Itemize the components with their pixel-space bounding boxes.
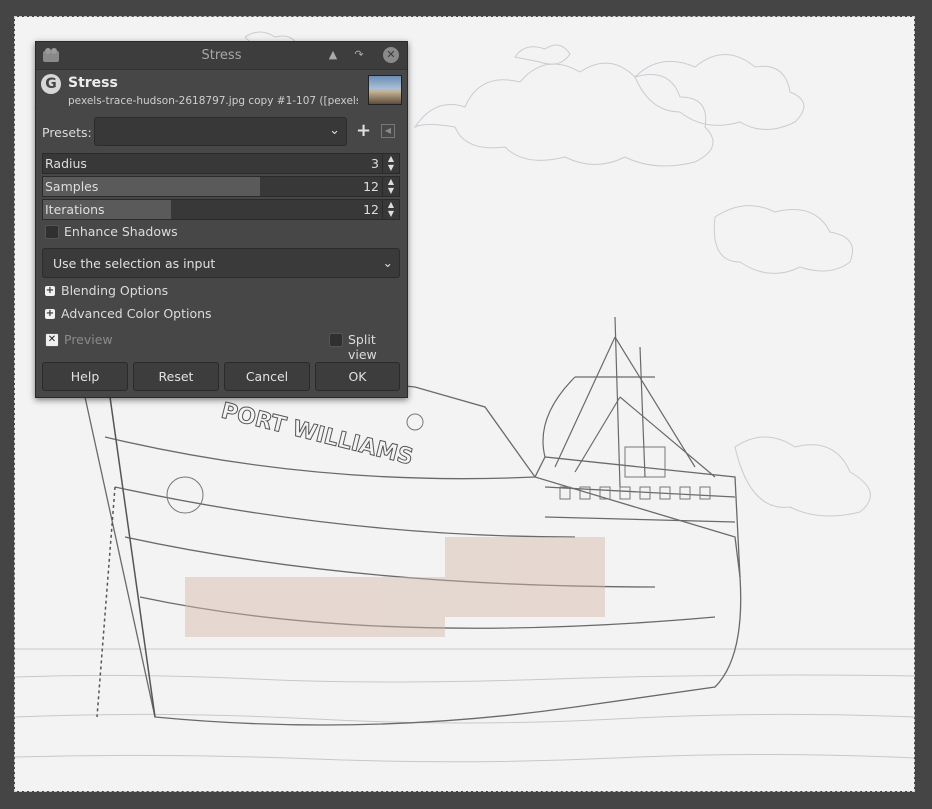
close-icon[interactable]: ✕ [383, 47, 399, 63]
samples-spinscale[interactable]: Samples 12 ▲ ▼ [42, 176, 400, 197]
input-mode-combo[interactable]: Use the selection as input ⌄ [42, 248, 400, 278]
add-preset-button[interactable]: + [356, 120, 371, 141]
enhance-shadows-label: Enhance Shadows [64, 224, 178, 239]
iterations-label: Iterations [45, 202, 105, 217]
radius-value: 3 [371, 156, 379, 171]
dialog-titlebar[interactable]: Stress ▲ ↷ ✕ [36, 42, 407, 70]
chevron-down-icon: ⌄ [329, 123, 340, 138]
chevron-down-icon: ⌄ [382, 255, 393, 270]
preview-label: Preview [64, 332, 113, 347]
presets-combo[interactable]: ⌄ [94, 117, 347, 146]
presets-label: Presets: [42, 125, 92, 140]
ok-button[interactable]: OK [315, 362, 400, 391]
radius-stepper-icon[interactable]: ▲ ▼ [382, 154, 399, 173]
advanced-color-options-label[interactable]: Advanced Color Options [61, 306, 212, 321]
samples-label: Samples [45, 179, 99, 194]
preset-menu-icon[interactable]: ◀ [381, 124, 395, 138]
stress-dialog: Stress ▲ ↷ ✕ G Stress pexels-trace-hudso… [35, 41, 408, 398]
shade-icon[interactable]: ▲ [325, 47, 341, 63]
radius-label: Radius [45, 156, 87, 171]
gegl-logo-icon: G [41, 74, 61, 94]
help-button[interactable]: Help [42, 362, 128, 391]
cancel-button[interactable]: Cancel [224, 362, 310, 391]
iterations-value: 12 [363, 202, 379, 217]
ship-lettering: PORT WILLIAMS [219, 399, 416, 471]
blending-options-expander-icon[interactable]: + [45, 286, 55, 296]
image-subtitle: pexels-trace-hudson-2618797.jpg copy #1-… [68, 95, 358, 107]
split-view-checkbox[interactable] [329, 333, 343, 347]
dialog-header: G Stress pexels-trace-hudson-2618797.jpg… [36, 70, 407, 110]
iterations-spinscale[interactable]: Iterations 12 ▲ ▼ [42, 199, 400, 220]
samples-stepper-icon[interactable]: ▲ ▼ [382, 177, 399, 196]
maximize-icon[interactable]: ↷ [351, 47, 367, 63]
samples-value: 12 [363, 179, 379, 194]
enhance-shadows-checkbox[interactable] [45, 225, 59, 239]
image-thumbnail [368, 75, 402, 105]
reset-button[interactable]: Reset [133, 362, 219, 391]
preview-checkbox[interactable]: ✕ [45, 333, 59, 347]
iterations-stepper-icon[interactable]: ▲ ▼ [382, 200, 399, 219]
filter-name: Stress [68, 75, 118, 91]
split-view-label: Split view [348, 332, 377, 362]
radius-spinscale[interactable]: Radius 3 ▲ ▼ [42, 153, 400, 174]
input-mode-value: Use the selection as input [53, 256, 216, 271]
blending-options-label[interactable]: Blending Options [61, 283, 168, 298]
advanced-color-expander-icon[interactable]: + [45, 309, 55, 319]
